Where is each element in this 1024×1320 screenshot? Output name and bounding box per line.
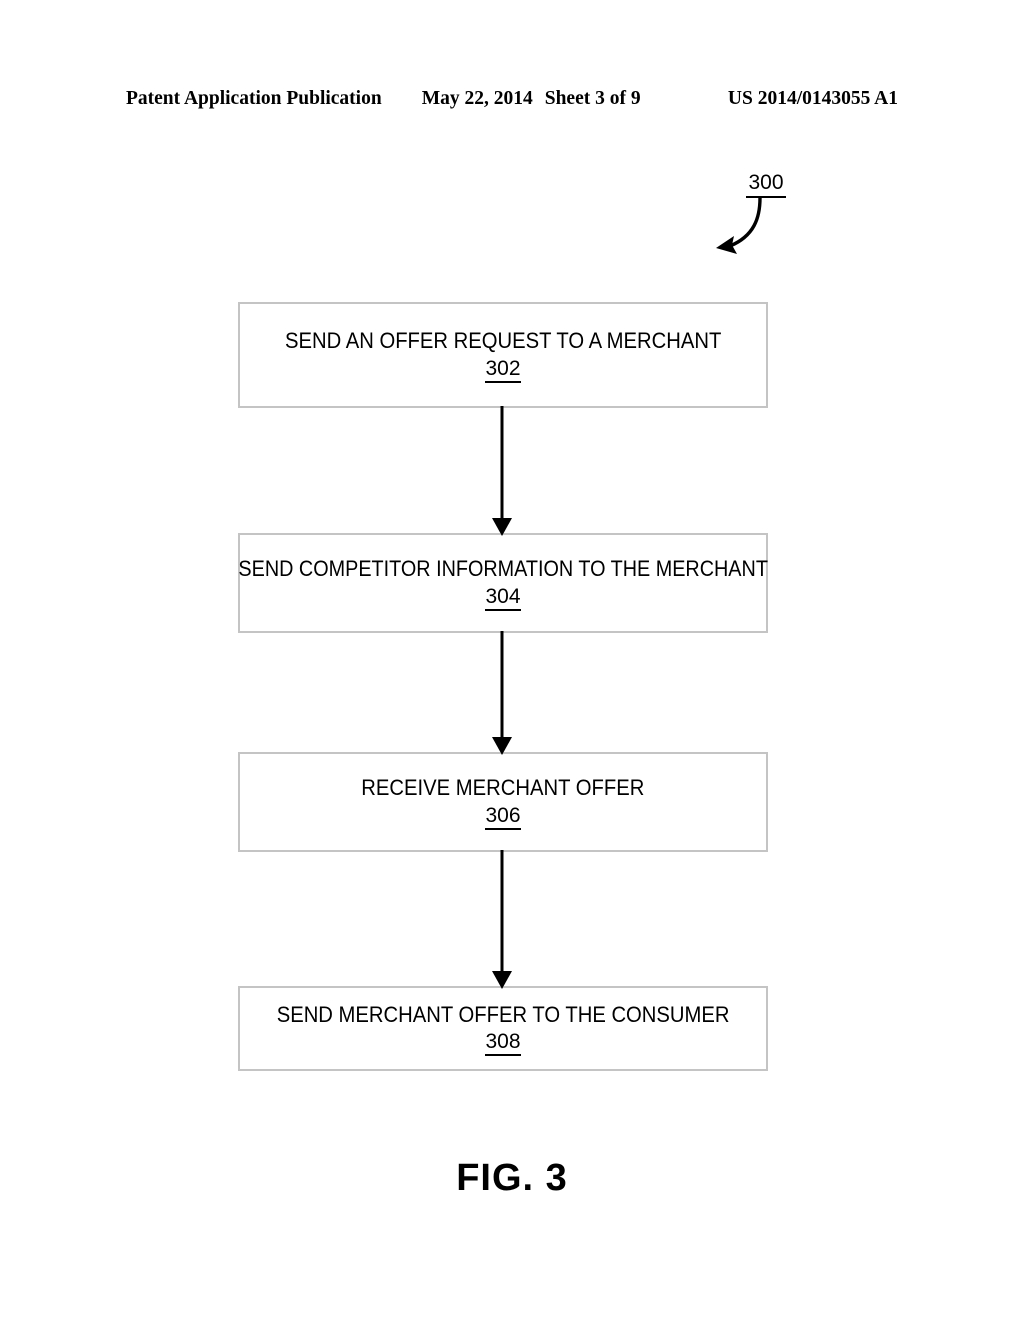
header-publication-label: Patent Application Publication: [126, 88, 382, 109]
flowchart-connector-304-to-306-arrow-icon: [492, 631, 512, 755]
flowchart-step-306-number-text: 306: [485, 803, 521, 830]
flowchart-step-308-text: SEND MERCHANT OFFER TO THE CONSUMER: [276, 1001, 730, 1027]
header-sheet-label: Sheet 3 of 9: [544, 88, 641, 109]
page-header: Patent Application Publication May 22, 2…: [126, 88, 898, 114]
figure-reference-number: 300: [738, 171, 794, 198]
flowchart-connector-306-to-308-arrow-icon: [492, 850, 512, 989]
figure-reference-number-text: 300: [746, 171, 786, 198]
flowchart-step-304: SEND COMPETITOR INFORMATION TO THE MERCH…: [238, 533, 768, 633]
flowchart-step-308-number-text: 308: [485, 1030, 521, 1057]
flowchart-step-306-number: 306: [485, 803, 521, 830]
flowchart-step-304-number: 304: [485, 584, 521, 611]
flowchart-step-306: RECEIVE MERCHANT OFFER 306: [238, 752, 768, 852]
flowchart-step-308: SEND MERCHANT OFFER TO THE CONSUMER 308: [238, 986, 768, 1071]
header-date-label: May 22, 2014: [421, 88, 533, 109]
flowchart-step-304-text: SEND COMPETITOR INFORMATION TO THE MERCH…: [238, 556, 768, 582]
flowchart-step-302-number: 302: [485, 356, 521, 383]
figure-reference-arrow-icon: [716, 196, 762, 254]
flowchart-step-302: SEND AN OFFER REQUEST TO A MERCHANT 302: [238, 302, 768, 408]
flowchart-step-304-number-text: 304: [485, 584, 521, 611]
figure-caption: FIG. 3: [456, 1157, 568, 1199]
flowchart-step-306-text: RECEIVE MERCHANT OFFER: [361, 775, 645, 801]
flowchart-connector-302-to-304-arrow-icon: [492, 406, 512, 536]
flowchart-step-302-number-text: 302: [485, 356, 521, 383]
header-patent-number: US 2014/0143055 A1: [727, 88, 898, 109]
flowchart-step-302-text: SEND AN OFFER REQUEST TO A MERCHANT: [284, 328, 722, 354]
flowchart-step-308-number: 308: [485, 1030, 521, 1057]
